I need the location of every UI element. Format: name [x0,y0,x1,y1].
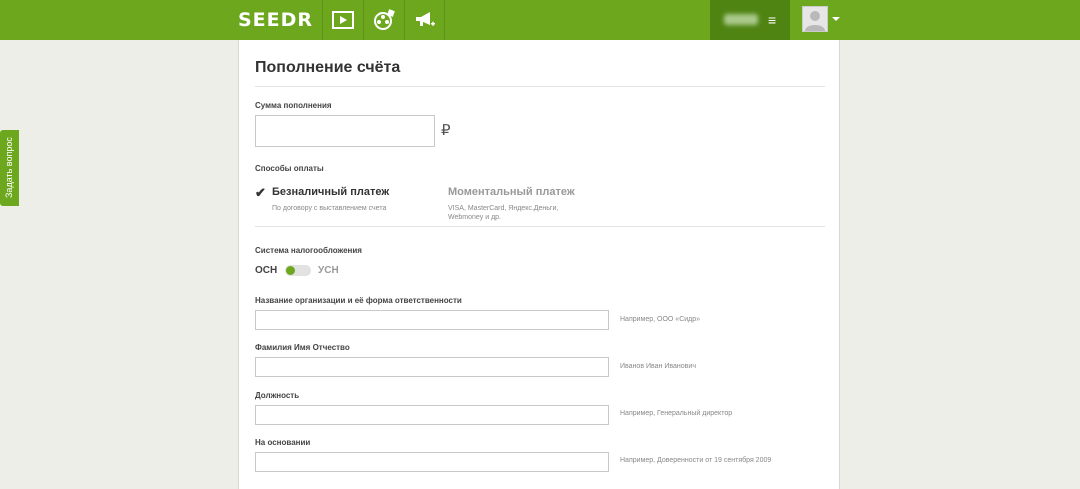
payment-option-cashless-desc: По договору с выставлением счета [272,205,387,212]
tax-system-toggle[interactable] [285,265,311,276]
organization-name-input[interactable] [255,310,609,330]
user-menu-zone[interactable]: ≡ [710,0,790,40]
payment-option-instant[interactable]: Моментальный платеж [448,186,575,198]
film-reel-icon [373,9,395,30]
topup-form-panel: Пополнение счёта Сумма пополнения ₽ Спос… [238,40,840,489]
ask-question-tab[interactable]: Задать вопрос [0,130,19,206]
video-nav-button[interactable] [322,0,362,40]
payment-option-instant-desc: VISA, MasterCard, Яндекс.Деньги, Webmone… [448,205,559,221]
field-hint: Например, Доверенности от 19 сентября 20… [620,457,772,464]
tax-system-label: Система налогообложения [255,246,362,255]
field-label: На основании [255,438,311,447]
user-silhouette-icon [803,7,827,31]
tax-option-osn[interactable]: ОСН [255,265,277,276]
play-icon [331,11,354,29]
field-label: Название организации и её форма ответств… [255,296,462,305]
films-nav-button[interactable] [363,0,403,40]
menu-icon[interactable]: ≡ [768,13,776,27]
basis-input[interactable] [255,452,609,472]
megaphone-icon [415,12,435,26]
toggle-knob [286,266,295,275]
page-title: Пополнение счёта [255,59,401,76]
tax-option-usn[interactable]: УСН [318,265,339,276]
chevron-down-icon[interactable] [832,17,840,21]
avatar[interactable] [802,6,828,32]
position-input[interactable] [255,405,609,425]
payment-option-cashless[interactable]: Безналичный платеж [272,186,389,198]
field-hint: Иванов Иван Иванович [620,363,696,370]
field-hint: Например, ООО «Сидр» [620,316,701,323]
seedr-logo[interactable]: SEEDR [238,9,313,31]
field-label: Фамилия Имя Отчество [255,343,350,352]
promo-nav-button[interactable] [404,0,445,40]
full-name-input[interactable] [255,357,609,377]
field-label: Должность [255,391,300,400]
top-navbar: SEEDR ≡ [0,0,1080,40]
amount-label: Сумма пополнения [255,101,332,110]
username-blurred [724,14,758,25]
divider [255,226,825,227]
amount-input[interactable] [255,115,435,147]
currency-sign: ₽ [441,122,451,139]
payment-methods-label: Способы оплаты [255,164,324,173]
divider [255,86,825,87]
check-icon: ✔ [255,185,266,200]
field-hint: Например, Генеральный директор [620,410,733,417]
